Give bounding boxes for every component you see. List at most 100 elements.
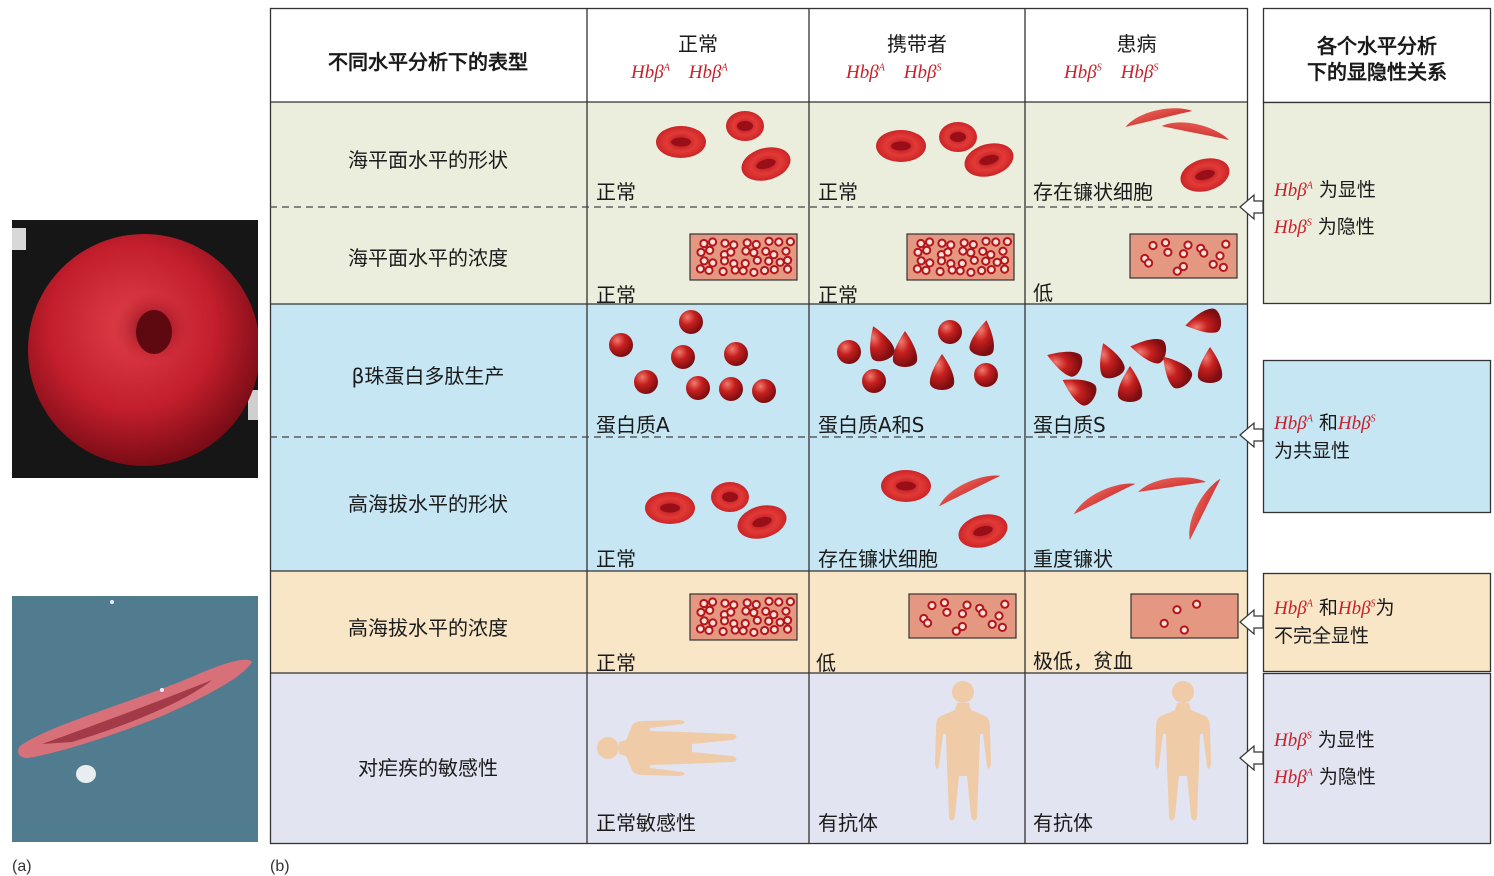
protein-dot [752,255,762,265]
protein-dot [764,256,774,266]
protein-dot [957,609,968,619]
protein-dot [958,246,968,256]
protein-dot [741,246,751,256]
protein-dot [699,598,709,609]
protein-dot [708,618,718,628]
protein-dot [751,239,761,250]
protein-dot [935,266,945,277]
protein-dot [726,247,736,257]
protein-dot [994,611,1004,621]
protein-dot [708,597,718,607]
protein-dot [695,624,706,634]
protein-dot [1208,259,1218,269]
protein-dot [1000,599,1010,609]
protein-dot [699,616,709,626]
protein-dot [761,606,771,617]
protein-dot [986,265,996,275]
protein-dot [1000,264,1010,274]
protein-dot [764,596,774,606]
protein-dot [785,237,796,247]
protein-dot [749,608,759,618]
protein-dot [785,597,796,607]
protein-a-and-s-icon [837,318,999,393]
altitude-affected-sickle-icon [1069,476,1229,541]
protein-dot [730,265,740,275]
protein-dot [774,597,784,607]
protein-dot [1163,247,1173,257]
protein-dot [981,236,991,246]
protein-dot [740,258,750,268]
protein-dot [1160,238,1171,248]
concentration-box-affected [1129,233,1238,279]
altitude-carrier-rbc-icon [881,470,1012,553]
concentration-box-carrier-altitude [908,593,1017,639]
protein-dot [730,625,740,635]
protein-dot [783,264,793,274]
protein-dot [718,266,728,277]
protein-dot [912,264,923,274]
protein-dot [704,625,714,636]
protein-dot [955,266,965,276]
protein-dot [783,624,793,634]
protein-dot [937,238,947,248]
protein-dot [1179,625,1189,635]
protein-dot [1172,605,1182,615]
protein-dot [925,258,935,268]
protein-dot [987,619,997,629]
protein-dot [738,626,748,636]
protein-dot [705,245,715,255]
protein-dot [1159,618,1169,629]
protein-dot [1000,255,1010,265]
protein-dot [708,237,718,247]
protein-dot [997,622,1008,633]
protein-dot [781,246,791,256]
protein-a-icon [609,310,776,403]
protein-dot [913,247,923,257]
protein-dot [760,265,770,276]
protein-dot [705,605,715,615]
protein-dot [719,616,730,626]
protein-dot [1002,237,1013,247]
protein-dot [1199,248,1209,258]
protein-dot [991,237,1001,247]
protein-dot [998,246,1008,256]
protein-dot [738,266,748,276]
person-standing-icon [1155,681,1211,821]
protein-dot [729,600,739,610]
protein-dot [719,256,730,266]
protein-dot [1178,261,1189,272]
protein-dot [729,240,739,250]
protein-dot [741,606,751,616]
protein-dot [749,248,759,258]
protein-dot [764,236,774,246]
protein-dot [1178,249,1189,259]
protein-dot [742,238,752,248]
protein-dot [922,245,932,255]
protein-dot [947,265,957,275]
protein-dot [1215,251,1225,261]
protein-dot [942,607,952,617]
concentration-box-normal-altitude [689,593,798,641]
protein-dot [783,255,793,265]
normal-rbc-icon [656,111,795,186]
protein-dot [978,608,988,618]
protein-dot [992,257,1002,267]
protein-dot [978,246,988,256]
protein-dot [939,598,950,608]
protein-dot [695,264,706,274]
protein-dot [969,255,979,265]
protein-dot [699,238,709,249]
protein-dot [916,238,926,249]
protein-dot [752,615,762,626]
protein-dot [696,607,706,617]
cell-illustrations [597,106,1239,821]
protein-dot [720,598,730,608]
person-lying-icon [597,720,737,776]
concentration-box-normal [689,233,798,281]
carrier-rbc-icon [876,122,1018,182]
protein-dot [718,626,728,637]
protein-dot [774,237,784,247]
protein-dot [925,237,935,247]
altitude-normal-rbc-icon [645,482,791,544]
protein-dot [696,247,706,257]
